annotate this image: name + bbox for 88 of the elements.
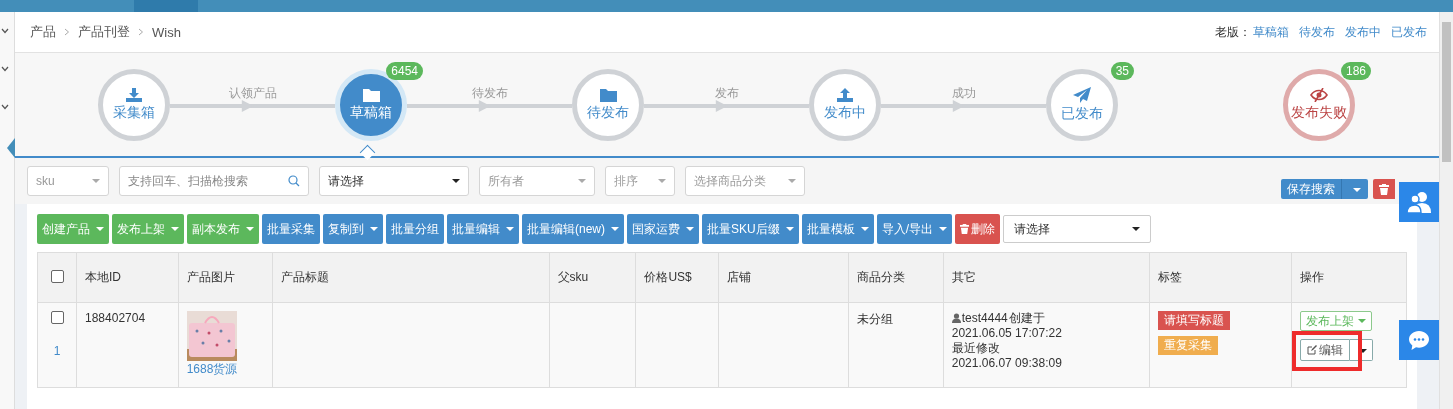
save-search-dropdown[interactable] (1342, 179, 1368, 199)
column-header: 产品图片 (186, 270, 235, 284)
old-version-link[interactable]: 已发布 (1391, 23, 1427, 41)
chevron-right-icon (138, 28, 144, 36)
search-icon (288, 175, 300, 187)
status-tag: 重复采集 (1158, 336, 1219, 355)
breadcrumb-item[interactable]: 产品刊登 (78, 23, 130, 41)
status-tag: 请填写标题 (1158, 311, 1231, 330)
old-version-link[interactable]: 待发布 (1299, 23, 1335, 41)
breadcrumb-item: Wish (152, 24, 181, 40)
paper-plane-icon (1073, 86, 1091, 103)
chevron-icon[interactable] (1, 28, 9, 34)
workflow-step[interactable]: 发布中 (809, 68, 881, 141)
toolbar-button[interactable]: 批量编辑 (447, 214, 519, 244)
scrollbar[interactable] (1439, 12, 1453, 409)
column-header: 店铺 (727, 270, 752, 284)
modified-label: 最近修改 (951, 341, 1001, 355)
connector-label: 成功 (951, 85, 976, 100)
toolbar-button[interactable]: 国家运费 (627, 214, 699, 244)
filter-dropdown[interactable]: sku (27, 166, 109, 196)
folder-icon (362, 87, 380, 102)
upload-icon (837, 87, 853, 102)
toolbar-button[interactable]: 复制到 (323, 214, 383, 244)
chat-button[interactable] (1399, 320, 1439, 360)
column-header: 商品分类 (857, 270, 906, 284)
filter-dropdown[interactable]: 所有者 (479, 166, 595, 196)
old-version-label: 老版： (1215, 23, 1251, 41)
row-checkbox[interactable] (50, 311, 64, 324)
connector-label: 待发布 (471, 85, 508, 100)
toolbar-button[interactable]: 创建产品 (37, 214, 109, 244)
batch-dropdown[interactable]: 请选择 (1003, 215, 1152, 243)
product-id: 188402704 (85, 311, 146, 325)
category-text: 未分组 (857, 312, 894, 326)
connector-label: 发布 (714, 85, 739, 100)
folder-icon (599, 87, 617, 102)
connector-label: 认领产品 (228, 85, 277, 100)
created-time: 2021.06.05 17:07:22 (951, 326, 1063, 340)
publish-button[interactable]: 发布上架 (1300, 311, 1373, 331)
toolbar-button[interactable]: 批量SKU后缀 (702, 214, 799, 244)
toolbar-button[interactable]: 副本发布 (187, 214, 259, 244)
eye-slash-icon (1310, 87, 1328, 102)
highlight-frame (1292, 331, 1363, 371)
delete-button[interactable]: 删除 (955, 214, 1001, 244)
column-header: 本地ID (85, 270, 121, 284)
modified-time: 2021.06.07 09:38:09 (951, 356, 1063, 370)
edit-icon (1307, 345, 1318, 355)
filter-dropdown[interactable]: 请选择 (319, 166, 469, 196)
filter-dropdown[interactable]: 排序 (605, 166, 675, 196)
edit-button[interactable]: 编辑 (1300, 339, 1351, 361)
source-link[interactable]: 1688货源 (186, 361, 264, 378)
count-badge: 35 (1110, 61, 1134, 80)
old-version-link[interactable]: 草稿箱 (1253, 23, 1289, 41)
toolbar-button[interactable]: 批量采集 (262, 214, 320, 244)
workflow-step[interactable]: 待发布 (572, 68, 644, 141)
column-header: 父sku (557, 270, 589, 284)
toolbar-button[interactable]: 批量分组 (386, 214, 444, 244)
toolbar-button[interactable]: 批量模板 (801, 214, 874, 244)
toolbar-button[interactable]: 发布上架 (112, 214, 184, 244)
row-number: 1 (53, 344, 61, 358)
column-header: 产品标题 (280, 270, 329, 284)
search-field[interactable]: 支持回车、扫描枪搜索 (119, 166, 309, 196)
chevron-right-icon (64, 28, 70, 36)
count-badge: 6454 (386, 61, 423, 80)
created-label: 创建于 (1008, 311, 1045, 325)
column-header: 操作 (1300, 270, 1325, 284)
contacts-button[interactable] (1399, 182, 1439, 222)
user-icon (951, 313, 961, 323)
chat-icon (1409, 330, 1429, 350)
users-icon (1407, 191, 1431, 213)
trash-icon (960, 224, 970, 234)
filter-dropdown[interactable]: 选择商品分类 (685, 166, 805, 196)
toolbar-button[interactable]: 批量编辑(new) (522, 214, 624, 244)
workflow-step[interactable]: 采集箱 (98, 68, 170, 141)
creator-name: test4444 (961, 311, 1008, 325)
select-all-checkbox[interactable] (50, 269, 64, 283)
count-badge: 186 (1340, 61, 1371, 80)
column-header: 标签 (1158, 270, 1183, 284)
download-icon (126, 87, 142, 102)
clear-button[interactable] (1373, 179, 1395, 199)
trash-icon (1379, 183, 1389, 195)
column-header: 其它 (951, 270, 976, 284)
chevron-icon[interactable] (1, 66, 9, 72)
old-version-link[interactable]: 发布中 (1345, 23, 1381, 41)
save-search-button[interactable]: 保存搜索 (1281, 179, 1342, 199)
chevron-icon[interactable] (1, 104, 9, 110)
column-header: 价格US$ (644, 270, 692, 284)
toolbar-button[interactable]: 导入/导出 (876, 214, 953, 244)
breadcrumb-item[interactable]: 产品 (30, 23, 56, 41)
